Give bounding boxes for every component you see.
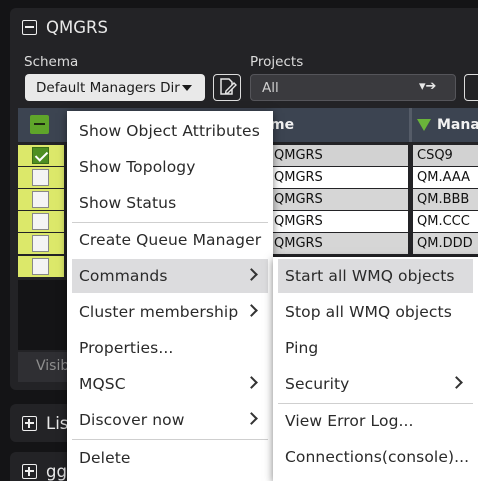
row-select-cell — [18, 189, 64, 210]
select-all-checkbox[interactable] — [30, 115, 49, 134]
menu-item-label: Stop all WMQ objects — [285, 303, 452, 321]
extra-toolbar-button[interactable] — [464, 74, 478, 101]
menu-item-label: Show Status — [79, 194, 177, 212]
chevron-right-icon — [450, 376, 463, 389]
schema-value: Default Managers Dir — [36, 79, 180, 96]
menu-item-properties[interactable]: Properties... — [72, 331, 268, 365]
chevron-right-icon — [245, 268, 258, 281]
menu-item-label: Security — [285, 375, 350, 393]
menu-item-security[interactable]: Security — [278, 367, 473, 401]
menu-item-create-queue-manager[interactable]: Create Queue Manager — [72, 223, 268, 257]
menu-item-commands[interactable]: Commands — [72, 259, 268, 293]
chevron-down-icon — [182, 85, 192, 91]
collapsed-panel-title: gg — [46, 462, 67, 481]
menu-item-label: MQSC — [79, 375, 126, 393]
menu-item-ping[interactable]: Ping — [278, 331, 473, 365]
menu-item-label: View Error Log... — [285, 412, 414, 430]
cell-manager: QM.BBB — [413, 189, 478, 210]
row-checkbox[interactable] — [32, 191, 49, 208]
projects-label: Projects — [250, 54, 304, 70]
chevron-right-icon — [245, 304, 258, 317]
menu-divider — [72, 439, 268, 440]
context-menu: Show Object Attributes Show Topology Sho… — [67, 111, 273, 481]
projects-value: All — [262, 79, 279, 96]
collapse-icon[interactable] — [22, 20, 37, 35]
dropdown-arrow-icon: ▾➔ — [419, 79, 437, 94]
menu-item-discover-now[interactable]: Discover now — [72, 403, 268, 437]
menu-item-label: Discover now — [79, 411, 185, 429]
row-select-cell — [18, 145, 64, 166]
row-checkbox[interactable] — [32, 147, 49, 164]
menu-item-label: Start all WMQ objects — [285, 267, 455, 285]
schema-label: Schema — [24, 54, 79, 70]
menu-item-show-status[interactable]: Show Status — [72, 186, 268, 220]
edit-schema-button[interactable] — [213, 74, 241, 101]
menu-item-label: Show Topology — [79, 158, 196, 176]
expand-icon[interactable] — [22, 464, 37, 479]
menu-item-label: Show Object Attributes — [79, 122, 260, 140]
row-select-cell — [18, 167, 64, 188]
menu-item-delete[interactable]: Delete — [72, 441, 268, 475]
column-divider[interactable] — [409, 108, 412, 142]
panel-header[interactable]: QMGRS — [22, 18, 108, 37]
edit-document-icon — [220, 78, 237, 95]
collapsed-panel-header[interactable]: Lis — [22, 414, 68, 433]
column-header-manager-label: Mana — [437, 117, 478, 133]
row-select-cell — [18, 233, 64, 254]
row-checkbox[interactable] — [32, 258, 49, 275]
menu-item-label: Cluster membership — [79, 303, 239, 321]
menu-item-start-all-wmq-objects[interactable]: Start all WMQ objects — [278, 259, 473, 293]
menu-item-stop-all-wmq-objects[interactable]: Stop all WMQ objects — [278, 295, 473, 329]
menu-item-mqsc[interactable]: MQSC — [72, 367, 268, 401]
menu-item-connections-console[interactable]: Connections(console)... — [278, 440, 473, 474]
panel-title: QMGRS — [46, 18, 108, 37]
row-select-cell — [18, 211, 64, 232]
menu-item-show-topology[interactable]: Show Topology — [72, 150, 268, 184]
projects-dropdown[interactable]: All ▾➔ — [250, 74, 456, 101]
cell-manager: QM.CCC — [413, 211, 478, 232]
row-checkbox[interactable] — [32, 235, 49, 252]
commands-submenu: Start all WMQ objects Stop all WMQ objec… — [273, 257, 478, 481]
cell-manager: QM.DDD — [413, 233, 478, 254]
column-header-manager[interactable]: Mana — [417, 108, 478, 142]
menu-item-label: Connections(console)... — [285, 448, 470, 466]
cell-manager: QM.AAA — [413, 167, 478, 188]
chevron-right-icon — [245, 412, 258, 425]
menu-item-label: Properties... — [79, 339, 174, 357]
cell-name: QMGRS — [270, 189, 408, 210]
menu-item-label: Ping — [285, 339, 319, 357]
cell-name: QMGRS — [270, 211, 408, 232]
menu-item-cluster-membership[interactable]: Cluster membership — [72, 295, 268, 329]
row-checkbox[interactable] — [32, 213, 49, 230]
chevron-right-icon — [245, 376, 258, 389]
collapsed-panel-header[interactable]: gg — [22, 462, 67, 481]
menu-item-label: Delete — [79, 449, 131, 467]
row-checkbox[interactable] — [32, 169, 49, 186]
cell-name: QMGRS — [270, 145, 408, 166]
filter-icon[interactable] — [417, 119, 431, 131]
cell-name: QMGRS — [270, 233, 408, 254]
menu-item-label: Create Queue Manager — [79, 231, 262, 249]
schema-dropdown[interactable]: Default Managers Dir — [25, 74, 205, 101]
menu-item-show-object-attributes[interactable]: Show Object Attributes — [72, 114, 268, 148]
collapsed-panel-title: Lis — [46, 414, 69, 433]
column-header-name[interactable]: me — [270, 108, 294, 142]
expand-icon[interactable] — [22, 416, 37, 431]
cell-manager: CSQ9 — [413, 145, 478, 166]
cell-name: QMGRS — [270, 167, 408, 188]
menu-item-view-error-log[interactable]: View Error Log... — [278, 404, 473, 438]
row-select-cell — [18, 256, 64, 277]
menu-item-label: Commands — [79, 267, 168, 285]
